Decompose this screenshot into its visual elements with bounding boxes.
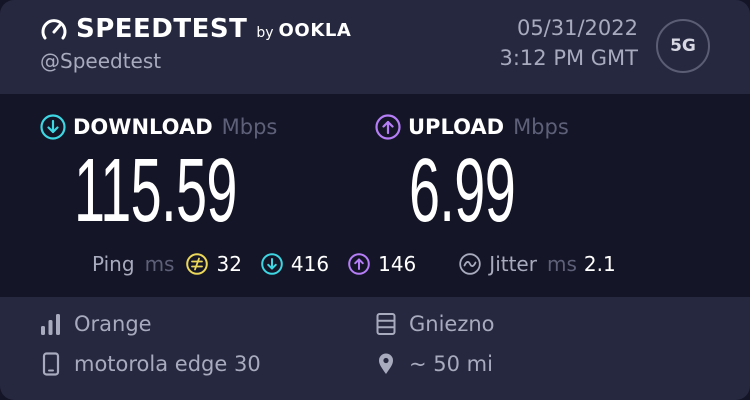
account-handle: @Speedtest (40, 49, 162, 73)
ping-row: Ping ms 32 416 146 Jitter ms 2.1 (92, 250, 616, 278)
jitter-label: Jitter (489, 252, 537, 276)
jitter-icon (459, 253, 481, 275)
speedometer-icon (40, 16, 68, 42)
upload-speed-value: 6.99 (409, 141, 516, 241)
server-info: Gniezno (375, 312, 495, 336)
device-info: motorola edge 30 (40, 352, 261, 376)
server-name: Gniezno (409, 312, 495, 336)
brand-row: SPEEDTEST by OOKLA (40, 12, 351, 46)
download-label-row: DOWNLOAD Mbps (40, 114, 277, 140)
distance-info: ~ 50 mi (375, 352, 493, 376)
download-label: DOWNLOAD (73, 115, 213, 139)
network-type-badge: 5G (656, 19, 710, 73)
jitter-unit: ms (546, 252, 577, 276)
upload-arrow-icon (375, 114, 401, 140)
brand-logo: SPEEDTEST (76, 14, 248, 44)
ping-unit: ms (144, 252, 175, 276)
upload-label-row: UPLOAD Mbps (375, 114, 569, 140)
upload-latency-icon (348, 253, 370, 275)
ping-download-value: 416 (290, 252, 330, 276)
signal-bars-icon (40, 312, 62, 336)
ping-upload-value: 146 (378, 252, 417, 276)
upload-unit: Mbps (513, 115, 569, 139)
server-icon (375, 312, 397, 336)
jitter-value: 2.1 (583, 252, 616, 276)
partner-logo: OOKLA (278, 20, 352, 41)
server-distance: ~ 50 mi (409, 352, 493, 376)
idle-latency-icon (186, 253, 209, 275)
result-card: SPEEDTEST by OOKLA @Speedtest 05/31/2022… (0, 0, 750, 400)
ping-idle-value: 32 (216, 252, 242, 276)
provider-name: Orange (74, 312, 152, 336)
header: SPEEDTEST by OOKLA @Speedtest 05/31/2022… (0, 0, 750, 94)
test-date: 05/31/2022 (516, 16, 638, 40)
phone-icon (40, 352, 62, 376)
download-arrow-icon (40, 114, 66, 140)
device-name: motorola edge 30 (74, 352, 261, 376)
ping-label: Ping (92, 252, 135, 276)
upload-label: UPLOAD (408, 115, 505, 139)
brand-by: by (256, 24, 274, 41)
download-latency-icon (261, 253, 283, 275)
test-time: 3:12 PM GMT (499, 46, 638, 70)
provider-info: Orange (40, 312, 152, 336)
location-pin-icon (375, 352, 397, 376)
download-unit: Mbps (221, 115, 278, 139)
download-speed-value: 115.59 (74, 141, 237, 241)
